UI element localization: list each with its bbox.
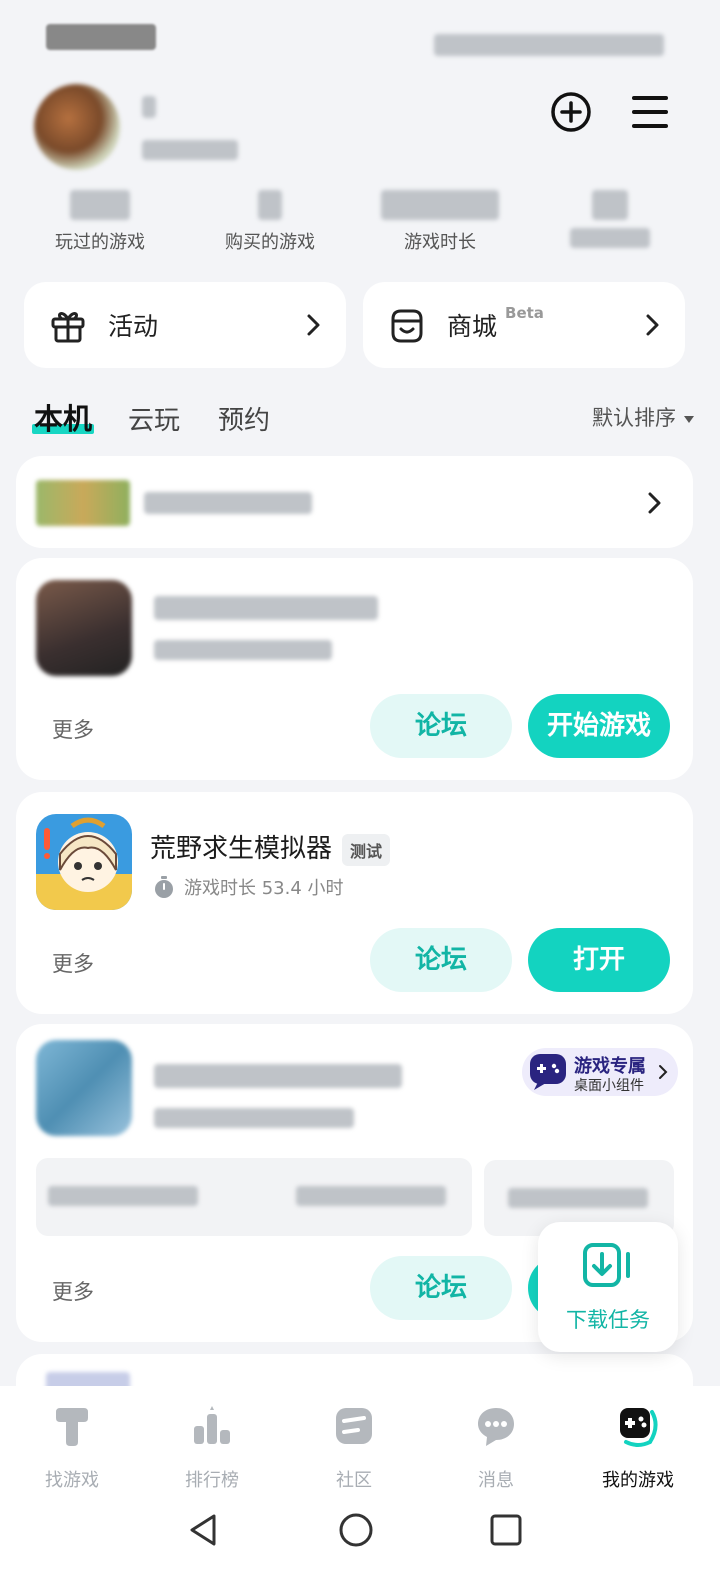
nav-my-games[interactable]: 我的游戏 <box>578 1404 698 1492</box>
nav-find-game[interactable]: 找游戏 <box>12 1404 132 1492</box>
activity-card[interactable]: 活动 <box>24 282 346 368</box>
stat-purchased[interactable]: 购买的游戏 <box>190 184 350 254</box>
more-link[interactable]: 更多 <box>52 714 94 744</box>
status-bar <box>0 0 720 64</box>
test-badge: 测试 <box>342 833 391 866</box>
game-card[interactable]: 更多 论坛 开始游戏 <box>16 558 693 780</box>
download-icon <box>583 1243 630 1287</box>
desktop-widget-pill[interactable]: 游戏专属 桌面小组件 <box>522 1048 678 1096</box>
my-games-icon <box>620 1408 658 1447</box>
tab-local[interactable]: 本机 <box>31 396 95 438</box>
blurred-text <box>508 1188 648 1208</box>
user-id-blurred <box>142 140 238 160</box>
forum-button[interactable]: 论坛 <box>370 1256 512 1320</box>
system-nav-bar <box>0 1498 720 1592</box>
game-art-icon <box>36 814 132 910</box>
notice-card[interactable] <box>16 456 693 548</box>
chevron-right-icon <box>648 492 661 514</box>
chevron-right-icon <box>659 1065 668 1079</box>
tab-reserve[interactable]: 预约 <box>218 400 270 437</box>
notice-thumb-blurred <box>36 480 130 526</box>
tab-cloud[interactable]: 云玩 <box>128 400 180 437</box>
blurred-text <box>48 1186 198 1206</box>
recents-icon[interactable] <box>486 1510 526 1550</box>
stopwatch-icon <box>155 876 173 898</box>
stat-label: 购买的游戏 <box>225 232 315 253</box>
nav-label: 社区 <box>336 1470 372 1491</box>
download-tasks-button[interactable]: 下载任务 <box>538 1222 678 1352</box>
chevron-right-icon <box>646 314 659 336</box>
more-link[interactable]: 更多 <box>52 948 94 978</box>
stat-label: 玩过的游戏 <box>55 232 145 253</box>
forum-button[interactable]: 论坛 <box>370 928 512 992</box>
stat-label-blurred <box>570 228 650 248</box>
nav-message[interactable]: 消息 <box>436 1404 556 1492</box>
sort-label: 默认排序 <box>592 406 676 430</box>
sort-dropdown[interactable]: 默认排序 <box>592 402 694 432</box>
game-tabs: 本机 云玩 预约 默认排序 <box>31 396 694 442</box>
gamepad-chat-icon <box>530 1054 566 1090</box>
stat-other[interactable] <box>530 184 690 254</box>
start-game-button[interactable]: 开始游戏 <box>528 694 670 758</box>
home-icon[interactable] <box>336 1510 376 1550</box>
nav-label: 排行榜 <box>185 1470 239 1491</box>
status-right-blurred <box>434 34 664 56</box>
beta-badge: Beta <box>505 304 544 322</box>
add-icon[interactable] <box>548 88 594 134</box>
username-blurred <box>142 96 156 118</box>
open-button[interactable]: 打开 <box>528 928 670 992</box>
find-game-icon <box>56 1408 88 1446</box>
stat-played[interactable]: 玩过的游戏 <box>20 184 180 254</box>
game-thumb <box>36 814 132 910</box>
achievement-strip <box>36 1158 472 1236</box>
game-title: 荒野求生模拟器 <box>150 834 333 864</box>
nav-label: 找游戏 <box>45 1470 99 1491</box>
gift-icon <box>51 312 85 343</box>
chevron-right-icon <box>307 314 320 336</box>
stat-label: 游戏时长 <box>404 232 476 253</box>
download-label: 下载任务 <box>566 1308 650 1332</box>
game-title-blurred <box>154 1064 402 1088</box>
stat-playtime[interactable]: 游戏时长 <box>360 184 520 254</box>
game-title-blurred <box>154 596 378 620</box>
avatar[interactable] <box>34 84 120 170</box>
mall-label: 商城 <box>447 312 498 341</box>
signal-indicator <box>46 24 156 50</box>
game-meta-blurred <box>154 1108 354 1128</box>
ranking-icon <box>194 1406 230 1444</box>
activity-label: 活动 <box>108 312 159 341</box>
store-icon <box>391 309 423 343</box>
game-thumb-blurred <box>36 580 132 676</box>
nav-ranking[interactable]: 排行榜 <box>152 1404 272 1492</box>
menu-icon[interactable] <box>628 92 672 132</box>
stats-row: 玩过的游戏 购买的游戏 游戏时长 <box>20 184 700 254</box>
more-link[interactable]: 更多 <box>52 1276 94 1306</box>
game-card[interactable]: 荒野求生模拟器 测试 游戏时长 53.4 小时 更多 论坛 打开 <box>16 792 693 1014</box>
nav-community[interactable]: 社区 <box>294 1404 414 1492</box>
forum-button[interactable]: 论坛 <box>370 694 512 758</box>
blurred-text <box>296 1186 446 1206</box>
caret-down-icon <box>684 415 694 423</box>
back-icon[interactable] <box>184 1510 224 1550</box>
nav-label: 我的游戏 <box>602 1470 674 1491</box>
community-icon <box>336 1408 372 1444</box>
notice-text-blurred <box>144 492 312 514</box>
mall-card[interactable]: 商城 Beta <box>363 282 685 368</box>
game-thumb-blurred <box>36 1040 132 1136</box>
playtime-text: 游戏时长 53.4 小时 <box>184 878 344 899</box>
bottom-nav: 找游戏 排行榜 社区 消息 我的游戏 <box>0 1386 720 1498</box>
widget-subtitle: 桌面小组件 <box>574 1078 644 1094</box>
message-icon <box>478 1408 514 1446</box>
game-meta-blurred <box>154 640 332 660</box>
nav-label: 消息 <box>478 1470 514 1491</box>
